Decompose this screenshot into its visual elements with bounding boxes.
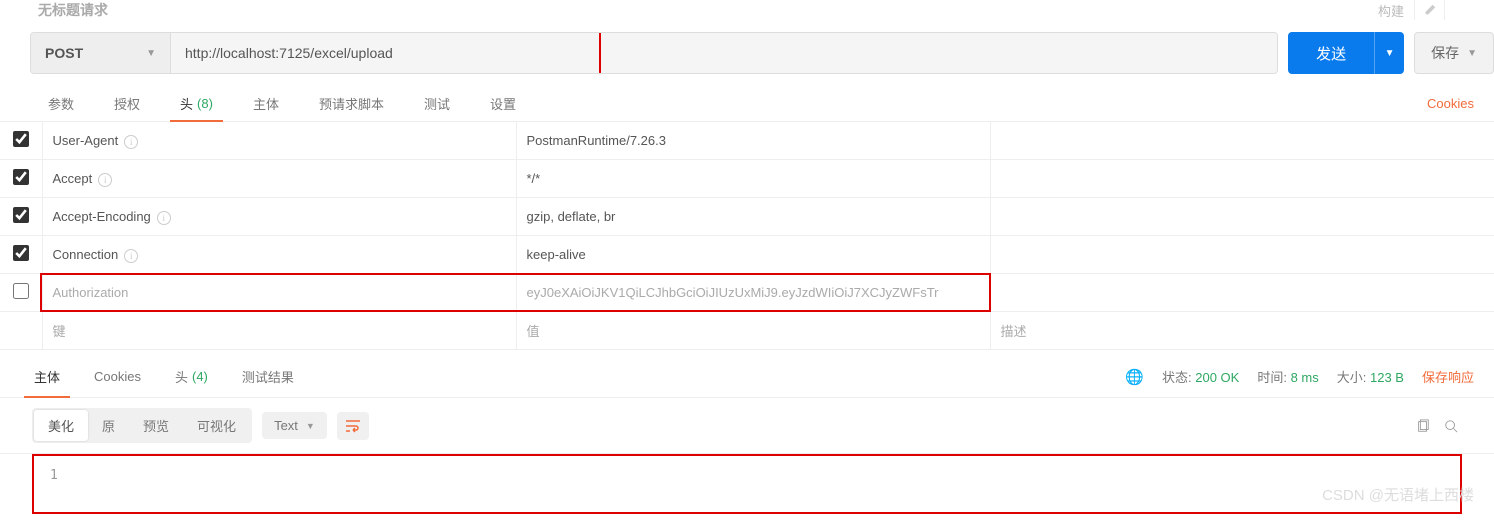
info-icon[interactable]: i: [124, 249, 138, 263]
table-row: Accept-Encoding i gzip, deflate, br: [0, 198, 1494, 236]
save-button[interactable]: 保存 ▼: [1414, 32, 1494, 74]
tab-body[interactable]: 主体: [243, 86, 289, 121]
header-desc[interactable]: [990, 160, 1494, 198]
table-row: User-Agent i PostmanRuntime/7.26.3: [0, 122, 1494, 160]
more-icon[interactable]: [1444, 0, 1474, 20]
header-desc[interactable]: [990, 274, 1494, 312]
header-value[interactable]: gzip, deflate, br: [516, 198, 990, 236]
desc-placeholder[interactable]: 描述: [990, 312, 1494, 350]
edit-icon[interactable]: [1414, 0, 1444, 20]
tab-auth[interactable]: 授权: [104, 86, 150, 121]
auth-value-text: eyJ0eXAiOiJKV1QiLCJhbGciOiJIUzUxMiJ9.eyJ…: [527, 285, 939, 300]
chevron-down-icon: ▼: [306, 421, 315, 431]
resp-tab-body[interactable]: 主体: [24, 357, 70, 398]
row-checkbox[interactable]: [13, 207, 29, 223]
table-row: Accepti */*: [0, 160, 1494, 198]
tab-headers[interactable]: 头 (8): [170, 87, 223, 122]
header-desc[interactable]: [990, 122, 1494, 160]
btab-visual[interactable]: 可视化: [183, 410, 250, 441]
key-placeholder[interactable]: 键: [42, 312, 516, 350]
resp-tab-cookies[interactable]: Cookies: [84, 356, 151, 397]
value-placeholder[interactable]: 值: [516, 312, 990, 350]
body-toolbar: 美化 原 预览 可视化 Text ▼: [0, 398, 1494, 454]
method-select[interactable]: POST ▼: [31, 33, 171, 73]
send-dropdown[interactable]: ▼: [1374, 32, 1404, 74]
header-key[interactable]: Authorization: [42, 274, 516, 312]
table-row-placeholder: 键 值 描述: [0, 312, 1494, 350]
header-count: (4): [192, 369, 208, 384]
tab-label: 头: [175, 367, 188, 386]
btab-pretty[interactable]: 美化: [34, 410, 88, 441]
status-meta: 状态: 200 OK: [1162, 367, 1239, 386]
row-checkbox[interactable]: [13, 245, 29, 261]
save-label: 保存: [1431, 43, 1459, 63]
table-row: Connection i keep-alive: [0, 236, 1494, 274]
resp-tab-headers[interactable]: 头 (4): [165, 356, 218, 397]
headers-table: User-Agent i PostmanRuntime/7.26.3 Accept…: [0, 121, 1494, 350]
header-value[interactable]: eyJ0eXAiOiJKV1QiLCJhbGciOiJIUzUxMiJ9.eyJ…: [516, 274, 990, 312]
tab-label: 头: [180, 94, 193, 113]
send-button[interactable]: 发送 ▼: [1288, 32, 1404, 74]
size-meta: 大小: 123 B: [1337, 367, 1404, 386]
page-title: 无标题请求: [38, 0, 108, 20]
header-value[interactable]: */*: [516, 160, 990, 198]
header-key[interactable]: Accept: [53, 171, 93, 186]
header-value[interactable]: keep-alive: [516, 236, 990, 274]
request-tabs: 参数 授权 头 (8) 主体 预请求脚本 测试 设置 Cookies: [0, 86, 1494, 122]
copy-icon[interactable]: [1412, 415, 1434, 437]
tab-prerequest[interactable]: 预请求脚本: [309, 86, 394, 121]
build-label: 构建: [1378, 1, 1404, 20]
info-icon[interactable]: i: [157, 211, 171, 225]
info-icon[interactable]: i: [98, 173, 112, 187]
header-key[interactable]: Connection: [53, 247, 119, 262]
save-response-button[interactable]: 保存响应: [1422, 367, 1474, 386]
row-checkbox[interactable]: [13, 169, 29, 185]
globe-icon[interactable]: 🌐: [1125, 368, 1144, 386]
format-select[interactable]: Text ▼: [262, 412, 327, 439]
info-icon[interactable]: i: [124, 135, 138, 149]
btab-preview[interactable]: 预览: [129, 410, 183, 441]
header-desc[interactable]: [990, 236, 1494, 274]
response-tabs: 主体 Cookies 头 (4) 测试结果 🌐 状态: 200 OK 时间: 8 …: [0, 356, 1494, 398]
tab-params[interactable]: 参数: [38, 86, 84, 121]
search-icon[interactable]: [1440, 415, 1462, 437]
row-checkbox[interactable]: [13, 131, 29, 147]
tab-tests[interactable]: 测试: [414, 86, 460, 121]
format-value: Text: [274, 418, 298, 433]
url-group: POST ▼: [30, 32, 1278, 74]
btab-raw[interactable]: 原: [88, 410, 129, 441]
header-key[interactable]: User-Agent: [53, 133, 119, 148]
table-row-auth: Authorization eyJ0eXAiOiJKV1QiLCJhbGciOi…: [0, 274, 1494, 312]
tab-settings[interactable]: 设置: [480, 86, 526, 121]
header-count: (8): [197, 96, 213, 111]
cookies-link[interactable]: Cookies: [1427, 96, 1474, 111]
body-view-tabs: 美化 原 预览 可视化: [32, 408, 252, 443]
chevron-down-icon: ▼: [146, 48, 156, 59]
header-value[interactable]: PostmanRuntime/7.26.3: [516, 122, 990, 160]
chevron-down-icon: ▼: [1467, 48, 1477, 59]
wrap-lines-button[interactable]: [337, 412, 369, 440]
resp-tab-tests[interactable]: 测试结果: [232, 356, 304, 397]
method-value: POST: [45, 45, 83, 61]
row-checkbox[interactable]: [13, 283, 29, 299]
header-key[interactable]: Accept-Encoding: [53, 209, 151, 224]
url-input[interactable]: [171, 33, 1277, 73]
line-number: 1: [50, 468, 70, 483]
send-label: 发送: [1288, 43, 1374, 64]
header-desc[interactable]: [990, 198, 1494, 236]
response-body[interactable]: 1: [32, 454, 1462, 514]
time-meta: 时间: 8 ms: [1257, 367, 1318, 386]
